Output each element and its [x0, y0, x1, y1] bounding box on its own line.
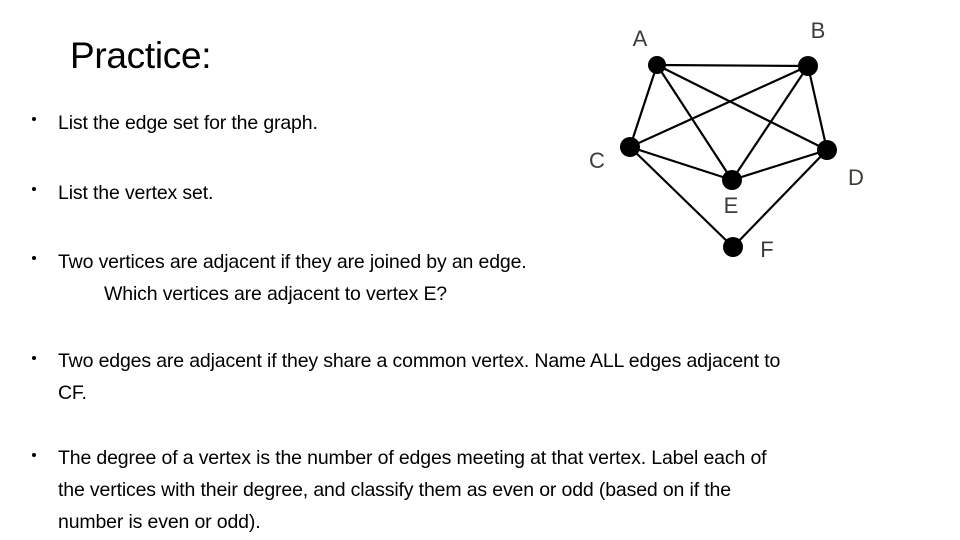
graph-vertex-label-A: A — [633, 26, 648, 51]
graph-vertex-label-F: F — [760, 237, 773, 262]
bullet-text: Two edges are adjacent if they share a c… — [58, 350, 781, 404]
list-item: The degree of a vertex is the number of … — [24, 443, 794, 538]
graph-edge-layer — [628, 63, 829, 249]
graph-edge-BD — [806, 64, 829, 152]
bullet-text: The degree of a vertex is the number of … — [58, 447, 767, 533]
bullet-dot-icon — [32, 256, 36, 261]
graph-vertex-B — [798, 56, 818, 76]
graph-vertex-D — [817, 140, 837, 160]
graph-vertex-F — [723, 237, 743, 257]
graph-vertex-E — [722, 170, 742, 190]
graph-vertex-label-C: C — [589, 148, 605, 173]
graph-edge-AE — [655, 63, 734, 182]
graph-edge-AD — [655, 63, 829, 152]
graph-vertex-label-E: E — [724, 193, 739, 218]
bullet-dot-icon — [32, 355, 36, 360]
graph-vertex-A — [648, 56, 666, 74]
graph-vertex-C — [620, 137, 640, 157]
list-item: Two edges are adjacent if they share a c… — [24, 346, 794, 409]
bullet-dot-icon — [32, 186, 36, 191]
page-title: Practice: — [70, 35, 212, 76]
graph-svg: A B C D EF — [589, 18, 864, 262]
bullet-dot-icon — [32, 117, 36, 122]
graph-vertex-label-B: B — [811, 18, 826, 43]
graph-vertex-label-D: D — [848, 165, 864, 190]
graph-edge-CE — [628, 145, 734, 182]
graph-edge-AB — [655, 63, 810, 68]
slide-canvas: Practice: List the edge set for the grap… — [0, 0, 960, 540]
graph-diagram: A B C D EF — [560, 0, 960, 300]
bullet-dot-icon — [32, 452, 36, 457]
graph-edge-AC — [628, 63, 659, 149]
graph-edge-CF — [628, 145, 735, 249]
